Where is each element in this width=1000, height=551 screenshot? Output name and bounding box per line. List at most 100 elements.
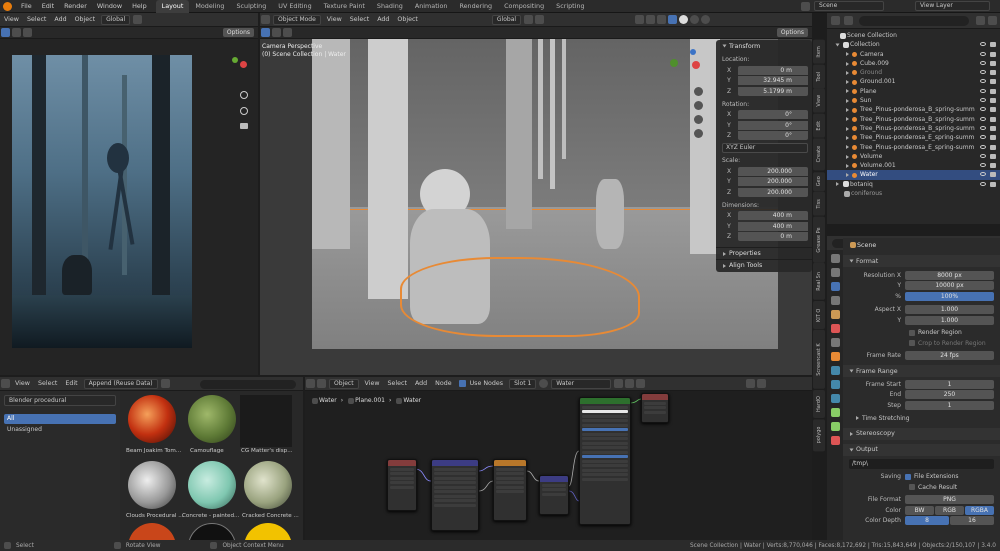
visibility-eye-icon[interactable] [980,79,986,84]
filter-icon[interactable] [976,16,985,25]
visibility-eye-icon[interactable] [980,70,986,75]
expand-icon[interactable] [846,135,849,140]
outliner-item[interactable]: Tree_Pinus-ponderosa_E_spring-summ [827,143,1000,152]
material-icon[interactable] [539,379,549,388]
asset-thumb-1[interactable] [188,395,236,443]
duplicate-icon[interactable] [625,379,635,388]
render-camera-icon[interactable] [990,125,996,131]
outliner-botaniq[interactable]: botaniq [827,180,1000,189]
scale-x-field[interactable]: 200.000 [738,166,808,176]
hand-pan-icon[interactable] [240,107,248,115]
frame-start-field[interactable]: 1 [905,379,994,389]
resolution-percent-field[interactable]: 100% [905,291,994,301]
expand-icon[interactable] [846,117,849,122]
view-layer-selector[interactable]: View Layer [915,1,990,11]
sidebar-tab-grease-pe[interactable]: Grease Pe [813,216,825,263]
render-camera-icon[interactable] [990,144,996,150]
rotation-z-field[interactable]: 0° [738,131,808,141]
render-camera-icon[interactable] [990,135,996,141]
outliner-item[interactable]: Water [827,170,1000,180]
outliner-item[interactable]: Ground [827,68,1000,77]
zoom-icon[interactable] [694,87,703,96]
expand-icon[interactable] [846,108,849,113]
sidebar-tab-polygo[interactable]: polygo [813,418,825,452]
sidebar-tab-view[interactable]: View [813,89,825,113]
physics-tab-icon[interactable] [831,394,840,403]
shading-rendered-icon[interactable] [701,15,711,24]
tab-layout[interactable]: Layout [155,0,190,13]
rotation-mode-dropdown[interactable]: XYZ Euler [722,143,808,153]
stereoscopy-panel-header[interactable]: Stereoscopy [843,427,1000,440]
outliner-item[interactable]: Camera [827,50,1000,59]
rotation-x-field[interactable]: 0° [738,110,808,120]
node-texture-coordinate[interactable] [387,459,417,511]
sidebar-tab-real-sn[interactable]: Real Sn [813,263,825,300]
display-mode-icon[interactable] [844,16,853,25]
perspective-toggle-icon[interactable] [694,129,703,138]
color-mode-option[interactable]: RGBA [965,505,994,515]
visibility-eye-icon[interactable] [980,116,986,121]
render-camera-icon[interactable] [990,79,996,85]
scene-icon[interactable] [800,2,811,13]
hand-pan-icon[interactable] [694,101,703,110]
sidebar-tab-geo[interactable]: Geo [813,171,825,191]
render-camera-icon[interactable] [990,98,996,104]
gizmo-x-icon[interactable] [240,61,247,68]
image-editor-area[interactable] [0,39,258,375]
zoom-icon[interactable] [240,91,248,99]
snap-icon[interactable] [133,15,143,24]
collection-tab-icon[interactable] [831,338,840,347]
visibility-icon[interactable] [635,15,645,24]
tab-compositing[interactable]: Compositing [498,0,550,13]
location-z-field[interactable]: 5.1799 m [738,86,808,96]
blender-logo-icon[interactable] [3,1,12,11]
select-box-icon[interactable] [1,28,10,37]
sidebar-tab-screencast-k[interactable]: Screencast K [813,330,825,389]
file-extensions-checkbox[interactable] [905,473,911,480]
catalog-unassigned[interactable]: Unassigned [4,425,116,435]
resolution-x-field[interactable]: 8000 px [905,270,994,280]
tab-texture-paint[interactable]: Texture Paint [318,0,371,13]
expand-icon[interactable] [846,154,849,159]
gizmo-y-icon[interactable] [232,57,238,63]
gizmo-y-icon[interactable] [670,59,678,67]
cache-result-checkbox[interactable] [909,484,915,491]
sidebar-tab-kit-o[interactable]: KIT O [813,301,825,329]
render-tab-icon[interactable] [831,268,840,277]
expand-icon[interactable] [846,145,849,150]
frame-step-field[interactable]: 1 [905,400,994,410]
options-button[interactable]: Options [222,28,254,37]
align-tools-panel-header[interactable]: Align Tools [716,259,812,271]
menu-render[interactable]: Render [59,0,92,13]
asset-thumb-6[interactable] [128,523,176,540]
modifier-tab-icon[interactable] [831,366,840,375]
aspect-y-field[interactable]: 1.000 [905,315,994,325]
output-path-input[interactable]: /tmp\ [849,458,994,469]
output-panel-header[interactable]: Output [843,443,1000,456]
transform-orientation-dropdown[interactable]: Global [101,14,131,25]
asset-thumb-8[interactable] [244,523,292,540]
asset-thumb-3[interactable] [128,461,176,509]
menu-help[interactable]: Help [127,0,152,13]
properties-panel-header[interactable]: Properties [716,247,812,259]
rotation-y-field[interactable]: 0° [738,120,808,130]
overlay-toggle-icon[interactable] [746,379,756,388]
catalog-all[interactable]: All [4,414,116,424]
scene-tab-icon[interactable] [831,310,840,319]
visibility-eye-icon[interactable] [980,125,986,130]
outliner-coniferous[interactable]: coniferous [827,189,1000,198]
slot-dropdown[interactable]: Slot 1 [509,378,537,389]
camera-view-icon[interactable] [240,123,248,129]
color-mode-option[interactable]: RGB [935,505,964,515]
unlink-icon[interactable] [636,379,646,388]
select-menu[interactable]: Select [346,13,373,27]
import-type-dropdown[interactable]: Append (Reuse Data) [83,378,158,389]
gizmo-toggle-icon[interactable] [646,15,656,24]
scale-z-field[interactable]: 200.000 [738,187,808,197]
gizmo-x-icon[interactable] [692,61,700,69]
scale-y-field[interactable]: 200.000 [738,177,808,187]
add-menu[interactable]: Add [411,377,431,391]
output-tab-icon[interactable] [831,282,840,291]
menu-window[interactable]: Window [92,0,127,13]
render-region-checkbox[interactable] [909,329,915,336]
